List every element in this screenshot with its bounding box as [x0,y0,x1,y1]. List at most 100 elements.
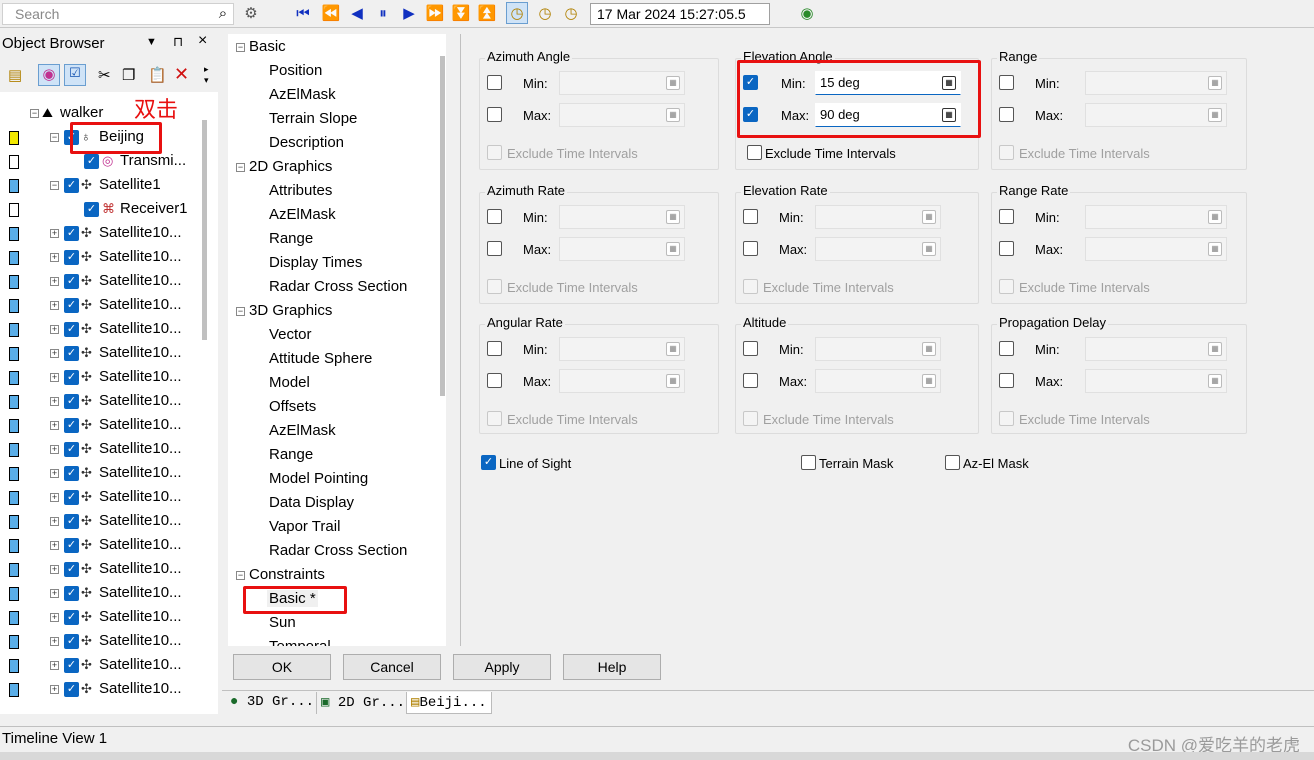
realtime-clock-icon[interactable]: ◷ [506,2,528,24]
paste-icon[interactable]: 📋 [148,66,167,84]
pin-icon[interactable]: ⊓ [173,34,183,50]
max-value-field[interactable]: ▦ [815,369,941,393]
expand-icon[interactable]: + [50,445,59,454]
max-checkbox[interactable] [487,373,502,388]
object-tree-scrollbar[interactable] [202,120,207,340]
collapse-icon[interactable]: − [236,163,245,172]
animation-mode-icon[interactable]: ◉ [796,2,818,24]
expand-icon[interactable]: + [50,685,59,694]
play-back-icon[interactable]: ◀ [346,2,368,24]
nav-item[interactable]: Vector [269,326,312,343]
expand-icon[interactable]: + [50,421,59,430]
delete-icon[interactable]: ✕ [174,64,189,85]
expand-icon[interactable]: + [50,397,59,406]
x-real-time-icon[interactable]: ◷ [560,2,582,24]
tree-item[interactable]: + ✓ ✣ Satellite10... [0,534,218,558]
reset-icon[interactable]: ⏮ [292,2,314,24]
exclude-intervals-checkbox[interactable] [743,411,758,426]
nav-item[interactable]: AzElMask [269,206,336,223]
unit-picker-icon[interactable]: ▦ [922,374,936,388]
min-checkbox[interactable] [487,209,502,224]
nav-item[interactable]: Model [269,374,310,391]
nav-item[interactable]: Offsets [269,398,316,415]
unit-picker-icon[interactable]: ▦ [666,242,680,256]
collapse-icon[interactable]: − [50,133,59,142]
nav-item[interactable]: Radar Cross Section [269,542,407,559]
slower-icon[interactable]: ⏬ [450,2,472,24]
expand-icon[interactable]: + [50,325,59,334]
nav-item[interactable]: Description [269,134,344,151]
unit-picker-icon[interactable]: ▦ [1208,242,1222,256]
tree-item[interactable]: + ✓ ✣ Satellite10... [0,606,218,630]
visibility-checkbox[interactable]: ✓ [64,442,79,457]
max-checkbox[interactable] [743,241,758,256]
visibility-checkbox[interactable]: ✓ [84,202,99,217]
max-value-field[interactable]: ▦ [559,369,685,393]
current-time-field[interactable]: 17 Mar 2024 15:27:05.5 [590,3,770,25]
exclude-intervals-checkbox[interactable] [999,279,1014,294]
unit-picker-icon[interactable]: ▦ [666,374,680,388]
expand-icon[interactable]: + [50,301,59,310]
visibility-checkbox[interactable]: ✓ [64,178,79,193]
search-icon[interactable]: ⌕ [212,2,234,24]
visibility-checkbox[interactable]: ✓ [64,250,79,265]
unit-picker-icon[interactable]: ▦ [922,242,936,256]
expand-icon[interactable]: + [50,517,59,526]
nav-item[interactable]: Model Pointing [269,470,368,487]
visibility-checkbox[interactable]: ✓ [64,418,79,433]
nav-item[interactable]: Terrain Slope [269,110,357,127]
min-checkbox[interactable] [999,75,1014,90]
color-wheel-icon[interactable]: ◉ [38,64,60,86]
tree-item[interactable]: + ✓ ✣ Satellite10... [0,270,218,294]
unit-picker-icon[interactable]: ▦ [922,342,936,356]
step-back-icon[interactable]: ⏪ [320,2,342,24]
pause-icon[interactable]: ⏸ [372,2,394,24]
tab-2d-graphics[interactable]: ▣ 2D Gr... [316,692,409,714]
visibility-checkbox[interactable]: ✓ [64,658,79,673]
exclude-intervals-checkbox[interactable] [999,411,1014,426]
min-value-field[interactable]: ▦ [559,337,685,361]
tree-item[interactable]: + ✓ ✣ Satellite10... [0,582,218,606]
step-forward-icon[interactable]: ⏩ [424,2,446,24]
expand-icon[interactable]: + [50,613,59,622]
tree-item[interactable]: + ✓ ✣ Satellite10... [0,510,218,534]
apply-button[interactable]: Apply [453,654,551,680]
check-icon[interactable]: ☑ [64,64,86,86]
nav-item[interactable]: Vapor Trail [269,518,340,535]
tab-beijing[interactable]: ▤Beiji... [406,692,492,714]
terrain-mask-checkbox[interactable] [801,455,816,470]
nav-tree-scrollbar[interactable] [440,56,445,396]
collapse-icon[interactable]: − [30,109,39,118]
max-value-field[interactable]: ▦ [559,103,685,127]
min-checkbox[interactable] [743,209,758,224]
visibility-checkbox[interactable]: ✓ [64,346,79,361]
tree-item[interactable]: + ✓ ✣ Satellite10... [0,366,218,390]
tree-item[interactable]: + ✓ ✣ Satellite10... [0,630,218,654]
nav-item[interactable]: Range [269,230,313,247]
collapse-icon[interactable]: − [236,43,245,52]
tree-item[interactable]: + ✓ ✣ Satellite10... [0,246,218,270]
visibility-checkbox[interactable]: ✓ [64,490,79,505]
expand-icon[interactable]: + [50,253,59,262]
help-button[interactable]: Help [563,654,661,680]
expand-icon[interactable]: + [50,373,59,382]
max-checkbox[interactable] [999,107,1014,122]
tree-item[interactable]: − ✓ ✣ Satellite1 [0,174,218,198]
unit-picker-icon[interactable]: ▦ [666,108,680,122]
min-value-field[interactable]: ▦ [559,71,685,95]
expand-icon[interactable]: + [50,589,59,598]
expand-icon[interactable]: + [50,637,59,646]
max-checkbox[interactable] [487,107,502,122]
min-checkbox[interactable] [487,75,502,90]
tree-item[interactable]: + ✓ ✣ Satellite10... [0,654,218,678]
max-value-field[interactable]: ▦ [1085,103,1227,127]
nav-item[interactable]: Attitude Sphere [269,350,372,367]
min-checkbox[interactable] [999,341,1014,356]
min-value-field[interactable]: ▦ [559,205,685,229]
exclude-intervals-checkbox[interactable] [743,279,758,294]
exclude-intervals-checkbox[interactable] [487,145,502,160]
cancel-button[interactable]: Cancel [343,654,441,680]
collapse-icon[interactable]: − [50,181,59,190]
min-value-field[interactable]: ▦ [1085,71,1227,95]
expand-icon[interactable]: + [50,661,59,670]
